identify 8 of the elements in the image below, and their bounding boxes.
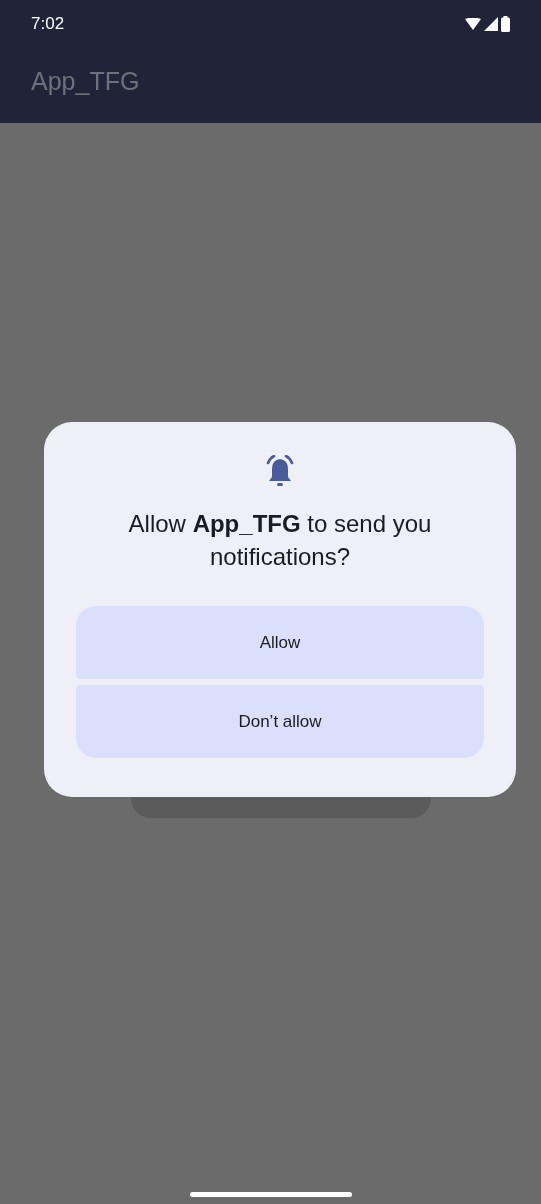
- dialog-button[interactable]: Allow: [76, 606, 484, 679]
- dialog-message: Allow App_TFG to send you notifications?: [127, 509, 433, 572]
- wifi-icon: [465, 18, 481, 30]
- battery-icon: [501, 16, 510, 32]
- signal-icon: [484, 17, 498, 31]
- dialog-button[interactable]: Don’t allow: [76, 685, 484, 758]
- status-time: 7:02: [31, 13, 65, 36]
- app-title: App_TFG: [31, 65, 140, 97]
